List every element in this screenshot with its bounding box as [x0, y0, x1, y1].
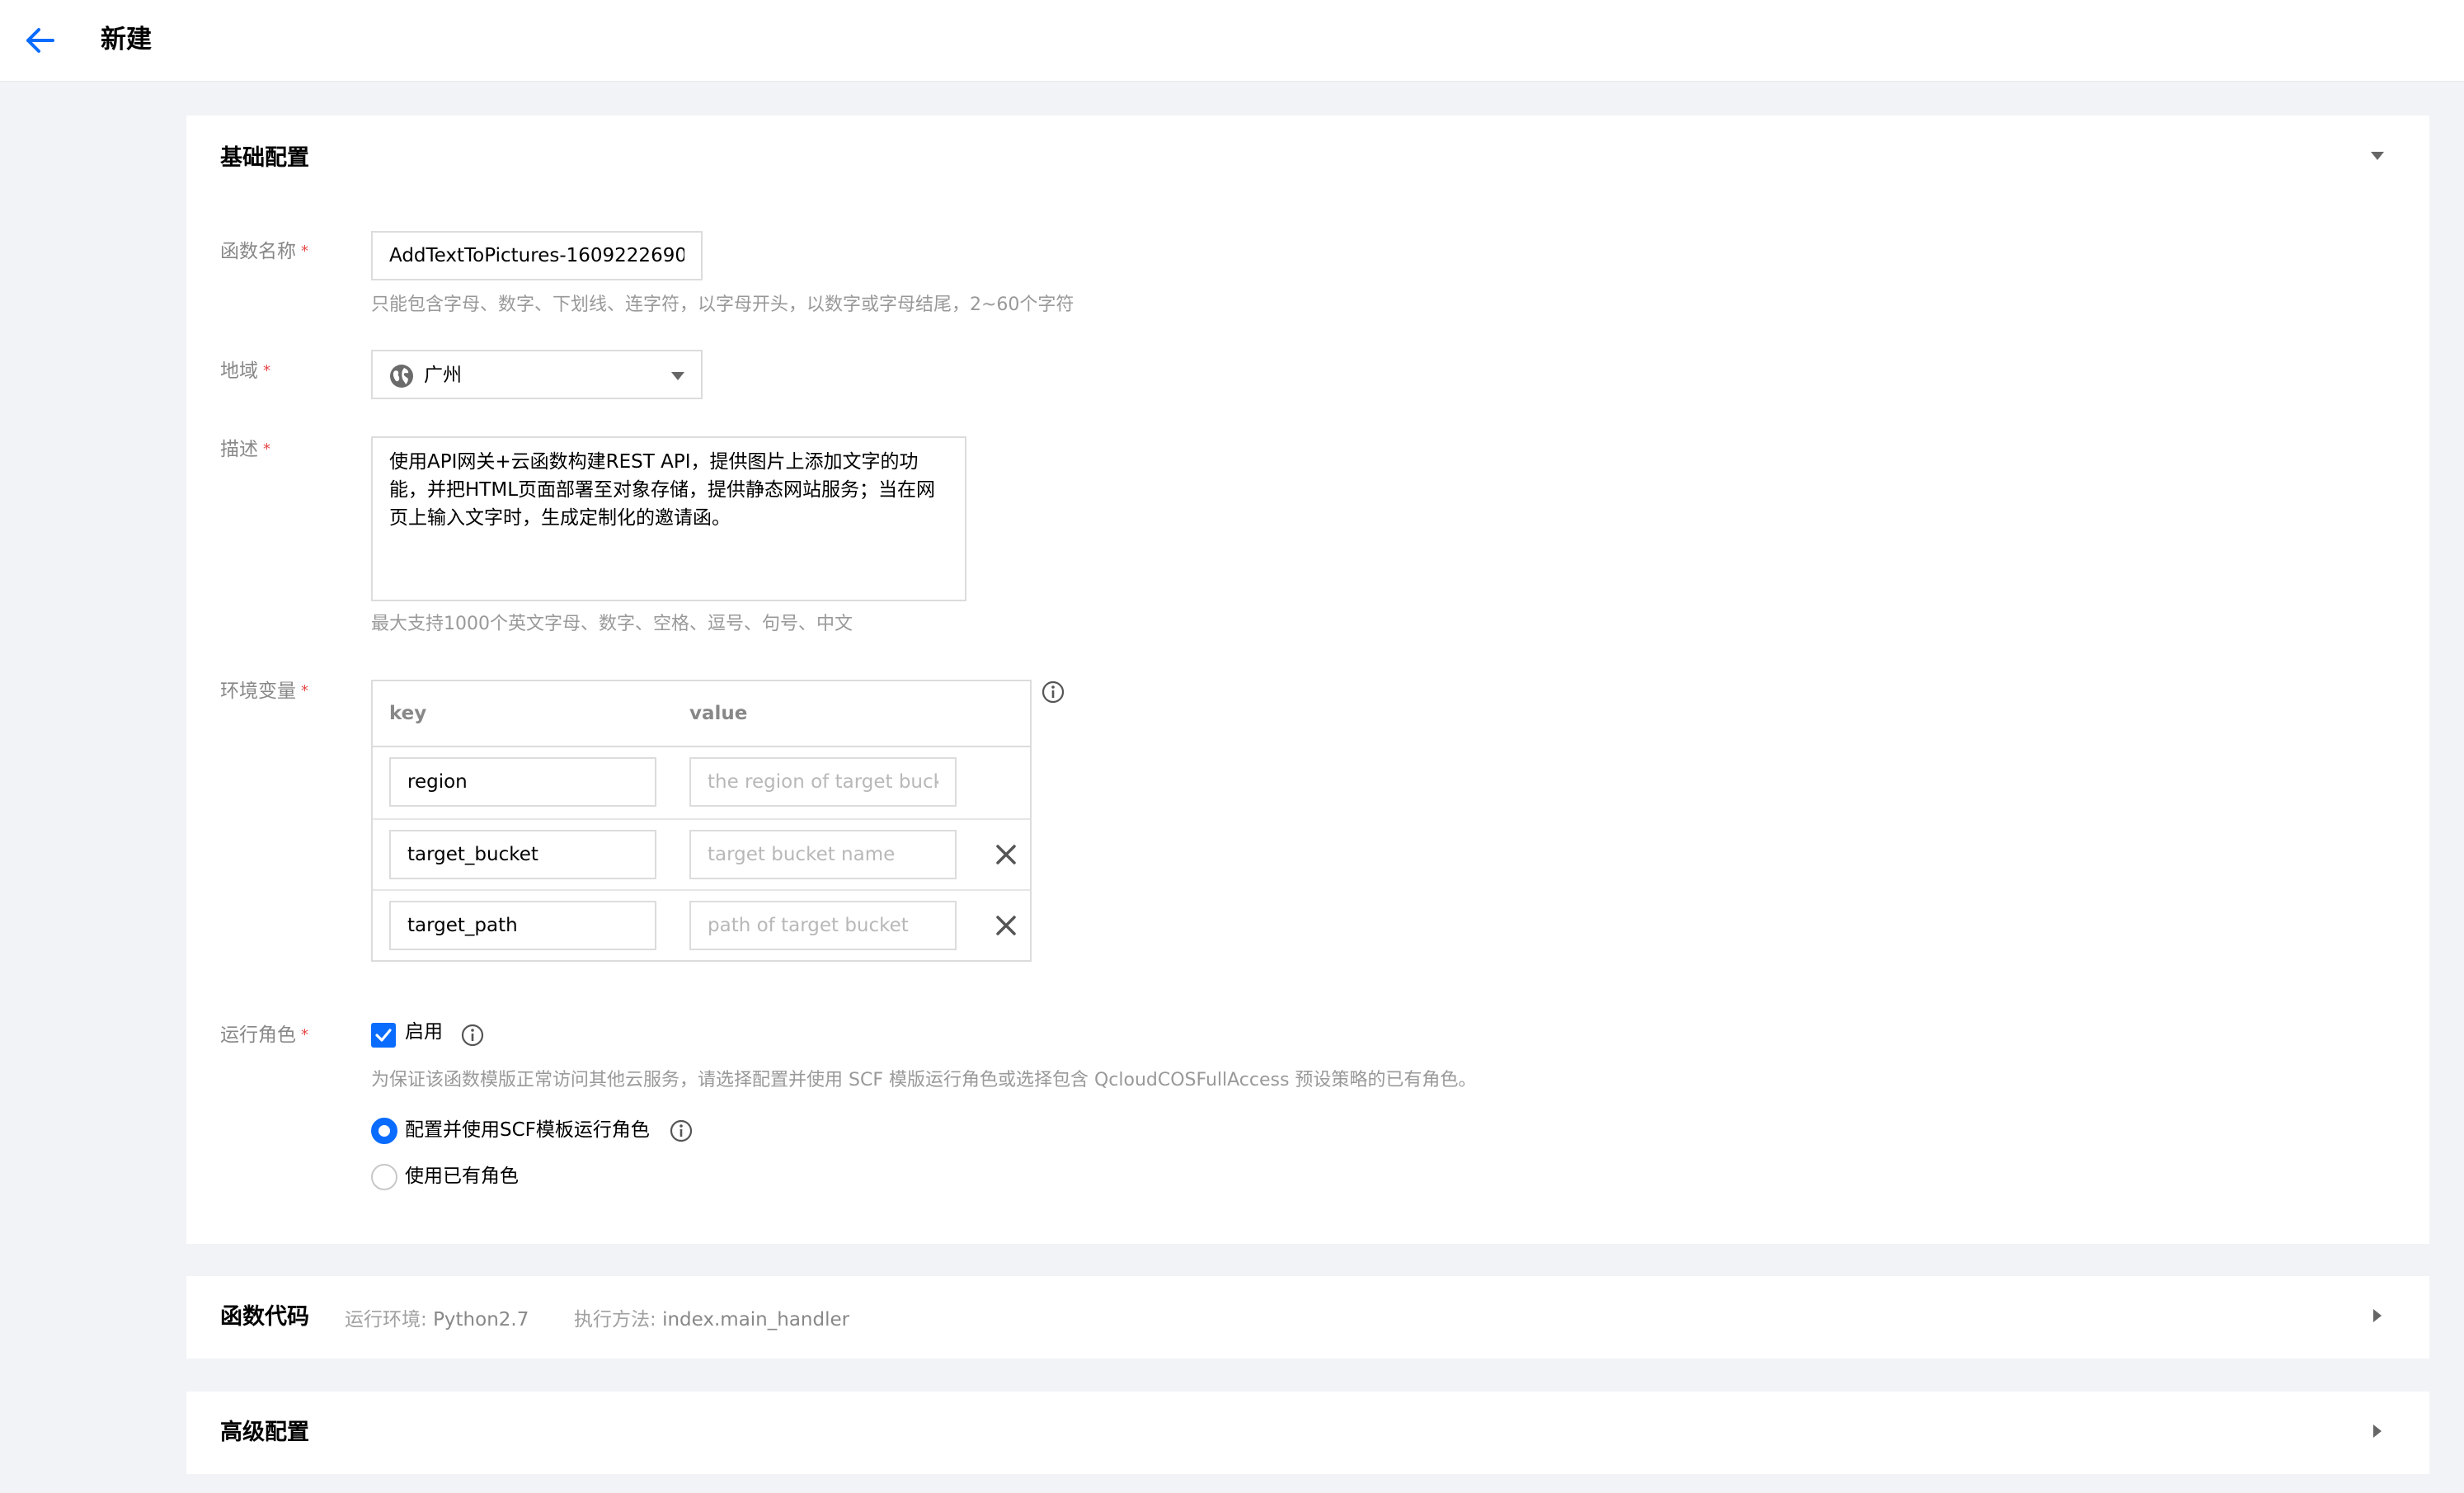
chevron-down-icon — [671, 372, 684, 380]
env-table: key value — [371, 680, 1032, 962]
description-textarea[interactable]: 使用API网关+云函数构建REST API，提供图片上添加文字的功能，并把HTM… — [371, 436, 966, 601]
description-label: 描述 * — [220, 439, 270, 460]
env-row — [373, 889, 1030, 960]
env-key-input[interactable] — [389, 757, 656, 807]
radio-existing-role[interactable] — [371, 1164, 397, 1190]
code-meta: 运行环境: Python2.7 执行方法: index.main_handler — [345, 1307, 849, 1332]
env-row — [373, 747, 1030, 818]
top-bar: 新建 — [0, 0, 2464, 82]
page-title: 新建 — [101, 25, 152, 54]
region-label: 地域 * — [220, 360, 270, 382]
role-enable-checkbox[interactable] — [371, 1023, 396, 1048]
function-name-input[interactable] — [371, 231, 703, 280]
required-mark: * — [263, 362, 270, 379]
close-icon[interactable] — [991, 911, 1021, 940]
function-name-hint: 只能包含字母、数字、下划线、连字符，以字母开头，以数字或字母结尾，2~60个字符 — [371, 294, 1074, 315]
env-label: 环境变量 * — [220, 681, 308, 702]
role-enable-label: 启用 — [405, 1021, 443, 1043]
close-icon[interactable] — [991, 840, 1021, 869]
required-mark: * — [301, 682, 308, 699]
env-value-input[interactable] — [689, 757, 957, 807]
description-hint: 最大支持1000个英文字母、数字、空格、逗号、句号、中文 — [371, 614, 853, 634]
function-name-label: 函数名称 * — [220, 241, 308, 262]
arrow-left-icon[interactable] — [25, 25, 56, 56]
collapse-caret-icon[interactable] — [2371, 152, 2384, 160]
handler-label: 执行方法: — [574, 1309, 656, 1331]
region-value: 广州 — [424, 365, 462, 386]
env-col-key: key — [389, 703, 427, 724]
env-row — [373, 818, 1030, 889]
runtime-value: Python2.7 — [433, 1309, 529, 1331]
check-icon — [375, 1029, 392, 1042]
region-select[interactable]: 广州 — [371, 350, 703, 399]
expand-caret-icon[interactable] — [2373, 1309, 2382, 1322]
basic-config-card: 基础配置 函数名称* 只能包含字母、数字、下划线、连字符，以字母开头，以数字或字… — [186, 115, 2429, 1244]
expand-caret-icon[interactable] — [2373, 1425, 2382, 1438]
function-code-card[interactable]: 函数代码 运行环境: Python2.7 执行方法: index.main_ha… — [186, 1276, 2429, 1359]
env-value-input[interactable] — [689, 830, 957, 879]
globe-icon — [390, 365, 413, 388]
info-icon[interactable] — [669, 1119, 694, 1143]
function-code-title: 函数代码 — [220, 1304, 309, 1330]
required-mark: * — [301, 243, 308, 260]
runtime-label: 运行环境: — [345, 1309, 427, 1331]
env-table-header: key value — [373, 681, 1030, 747]
env-value-input[interactable] — [689, 901, 957, 950]
env-key-input[interactable] — [389, 901, 656, 950]
required-mark: * — [301, 1026, 308, 1043]
advanced-config-title: 高级配置 — [220, 1420, 309, 1445]
radio-label-scf-template-role: 配置并使用SCF模板运行角色 — [405, 1119, 650, 1141]
role-label: 运行角色 * — [220, 1024, 308, 1046]
info-icon[interactable] — [460, 1023, 485, 1048]
env-col-value: value — [689, 703, 748, 724]
radio-label-existing-role: 使用已有角色 — [405, 1166, 519, 1187]
info-icon[interactable] — [1041, 680, 1065, 704]
radio-scf-template-role[interactable] — [371, 1118, 397, 1144]
role-hint: 为保证该函数模版正常访问其他云服务，请选择配置并使用 SCF 模版运行角色或选择… — [371, 1070, 1477, 1090]
required-mark: * — [263, 440, 270, 458]
basic-config-title: 基础配置 — [220, 145, 309, 171]
handler-value: index.main_handler — [662, 1309, 850, 1331]
env-key-input[interactable] — [389, 830, 656, 879]
advanced-config-card[interactable]: 高级配置 — [186, 1392, 2429, 1474]
